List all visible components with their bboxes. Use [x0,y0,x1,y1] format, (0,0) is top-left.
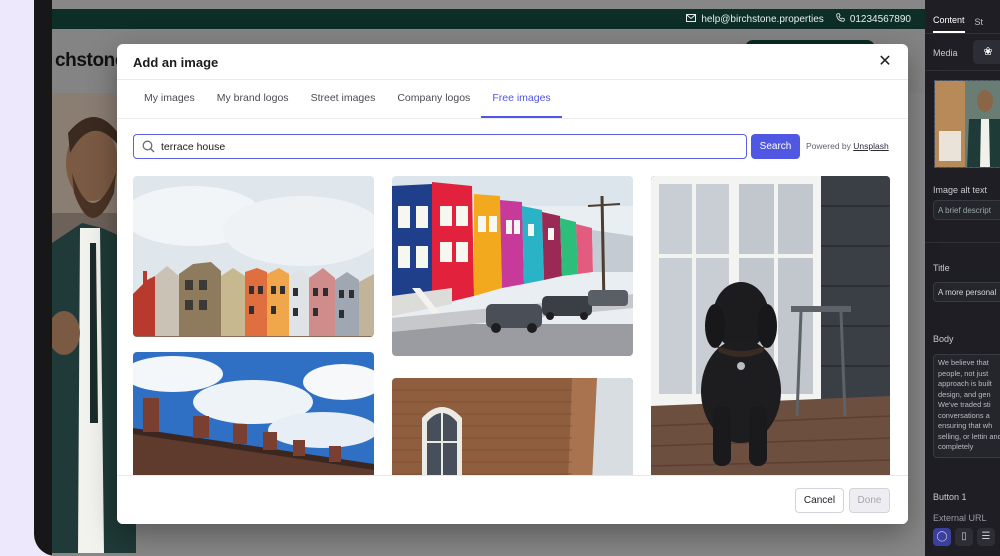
link-type-selector: ◯ ▯ ☰ [933,528,995,546]
title-input[interactable]: A more personal [933,282,1000,302]
body-label: Body [933,334,954,344]
site-logo: chstone [55,50,126,71]
result-image-painted-rowhouses[interactable] [392,176,633,356]
tab-free-images[interactable]: Free images [481,80,562,118]
button-1-label: Button 1 [933,492,967,502]
phone-text: 01234567890 [849,13,911,25]
mail-icon [686,13,697,25]
close-button[interactable]: ✕ [874,51,896,73]
search-box [133,134,747,159]
list-icon[interactable]: ☰ [977,528,995,546]
cancel-button[interactable]: Cancel [795,488,844,513]
email-text: help@birchstone.properties [701,13,824,25]
modal-header: Add an image ✕ [117,44,908,80]
properties-panel: Content St Media ❀ Image alt text A brie [925,0,1000,556]
tab-style[interactable]: St [975,17,984,33]
title-label: Title [933,263,950,273]
panel-tabs: Content St [925,0,1000,34]
email-contact: help@birchstone.properties [686,13,824,25]
external-url-label: External URL [933,513,987,523]
add-image-modal: Add an image ✕ My images My brand logos … [117,44,908,524]
search-input[interactable] [161,138,731,155]
paint-icon: ❀ [983,46,993,58]
image-source-tabs: My images My brand logos Street images C… [133,80,562,118]
tab-content[interactable]: Content [933,15,965,33]
page-icon[interactable]: ▯ [955,528,973,546]
powered-by-text: Powered by [806,141,851,151]
media-label: Media [933,48,958,58]
alt-text-label: Image alt text [933,185,988,195]
result-image-chimneys-blue-sky[interactable] [133,352,374,475]
close-icon: ✕ [878,53,892,70]
alt-text-input[interactable]: A brief descript [933,200,1000,220]
media-thumbnail[interactable] [934,80,1000,168]
phone-icon [836,13,845,25]
phone-contact: 01234567890 [836,13,911,25]
modal-footer: Cancel Done [117,475,908,524]
tab-divider [117,118,908,119]
search-icon [142,140,155,153]
search-button[interactable]: Search [751,134,800,159]
tab-my-brand-logos[interactable]: My brand logos [206,80,300,118]
modal-title: Add an image [133,55,219,70]
tab-my-images[interactable]: My images [133,80,206,118]
tab-company-logos[interactable]: Company logos [386,80,481,118]
site-top-bar: help@birchstone.properties 01234567890 [52,9,925,29]
divider [925,70,1000,71]
result-image-poodle-on-porch[interactable] [651,176,890,475]
done-button[interactable]: Done [849,488,890,513]
result-image-brick-building-window[interactable] [392,378,633,475]
body-textarea[interactable]: We believe that people, not just approac… [933,354,1000,458]
image-results-grid [117,168,908,475]
result-image-colorful-rooftops[interactable] [133,176,374,337]
powered-by: Powered by Unsplash [806,141,889,151]
divider [925,242,1000,243]
globe-icon[interactable]: ◯ [933,528,951,546]
unsplash-link[interactable]: Unsplash [853,141,888,151]
media-source-button[interactable]: ❀ [973,40,1000,64]
tab-street-images[interactable]: Street images [300,80,387,118]
